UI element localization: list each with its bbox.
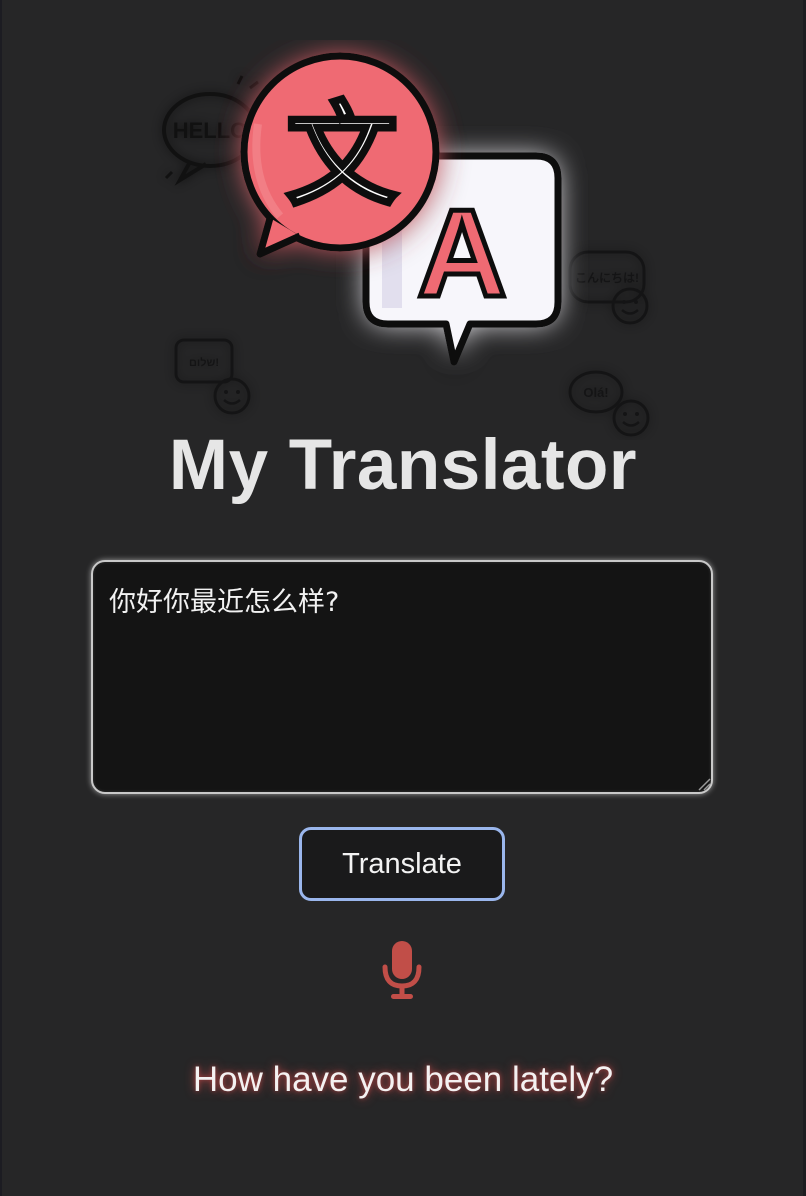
page-title: My Translator — [168, 426, 638, 505]
japanese-bubble-icon: こんにちは! — [568, 250, 649, 325]
translation-result: How have you been lately? — [192, 1060, 614, 1099]
translator-page: HELLO こんにちは! שלום! Olá! A 文 My Translato… — [0, 0, 806, 1196]
svg-text:Olá!: Olá! — [583, 385, 608, 400]
svg-text:文: 文 — [286, 91, 398, 221]
hebrew-bubble-icon: שלום! — [174, 338, 251, 415]
svg-text:שלום!: שלום! — [189, 356, 219, 369]
wen-bubble-icon: 文 — [240, 52, 440, 258]
resize-grip-icon[interactable] — [697, 777, 711, 791]
svg-text:A: A — [417, 185, 507, 323]
microphone-icon[interactable] — [381, 940, 423, 1002]
translate-button[interactable]: Translate — [299, 827, 505, 901]
source-text-input[interactable]: 你好你最近怎么样? — [91, 560, 713, 794]
window-edge-left — [0, 0, 2, 1196]
svg-text:HELLO: HELLO — [173, 118, 248, 143]
svg-text:こんにちは!: こんにちは! — [575, 271, 639, 285]
translate-logo-icon: HELLO こんにちは! שלום! Olá! A 文 — [162, 52, 650, 437]
